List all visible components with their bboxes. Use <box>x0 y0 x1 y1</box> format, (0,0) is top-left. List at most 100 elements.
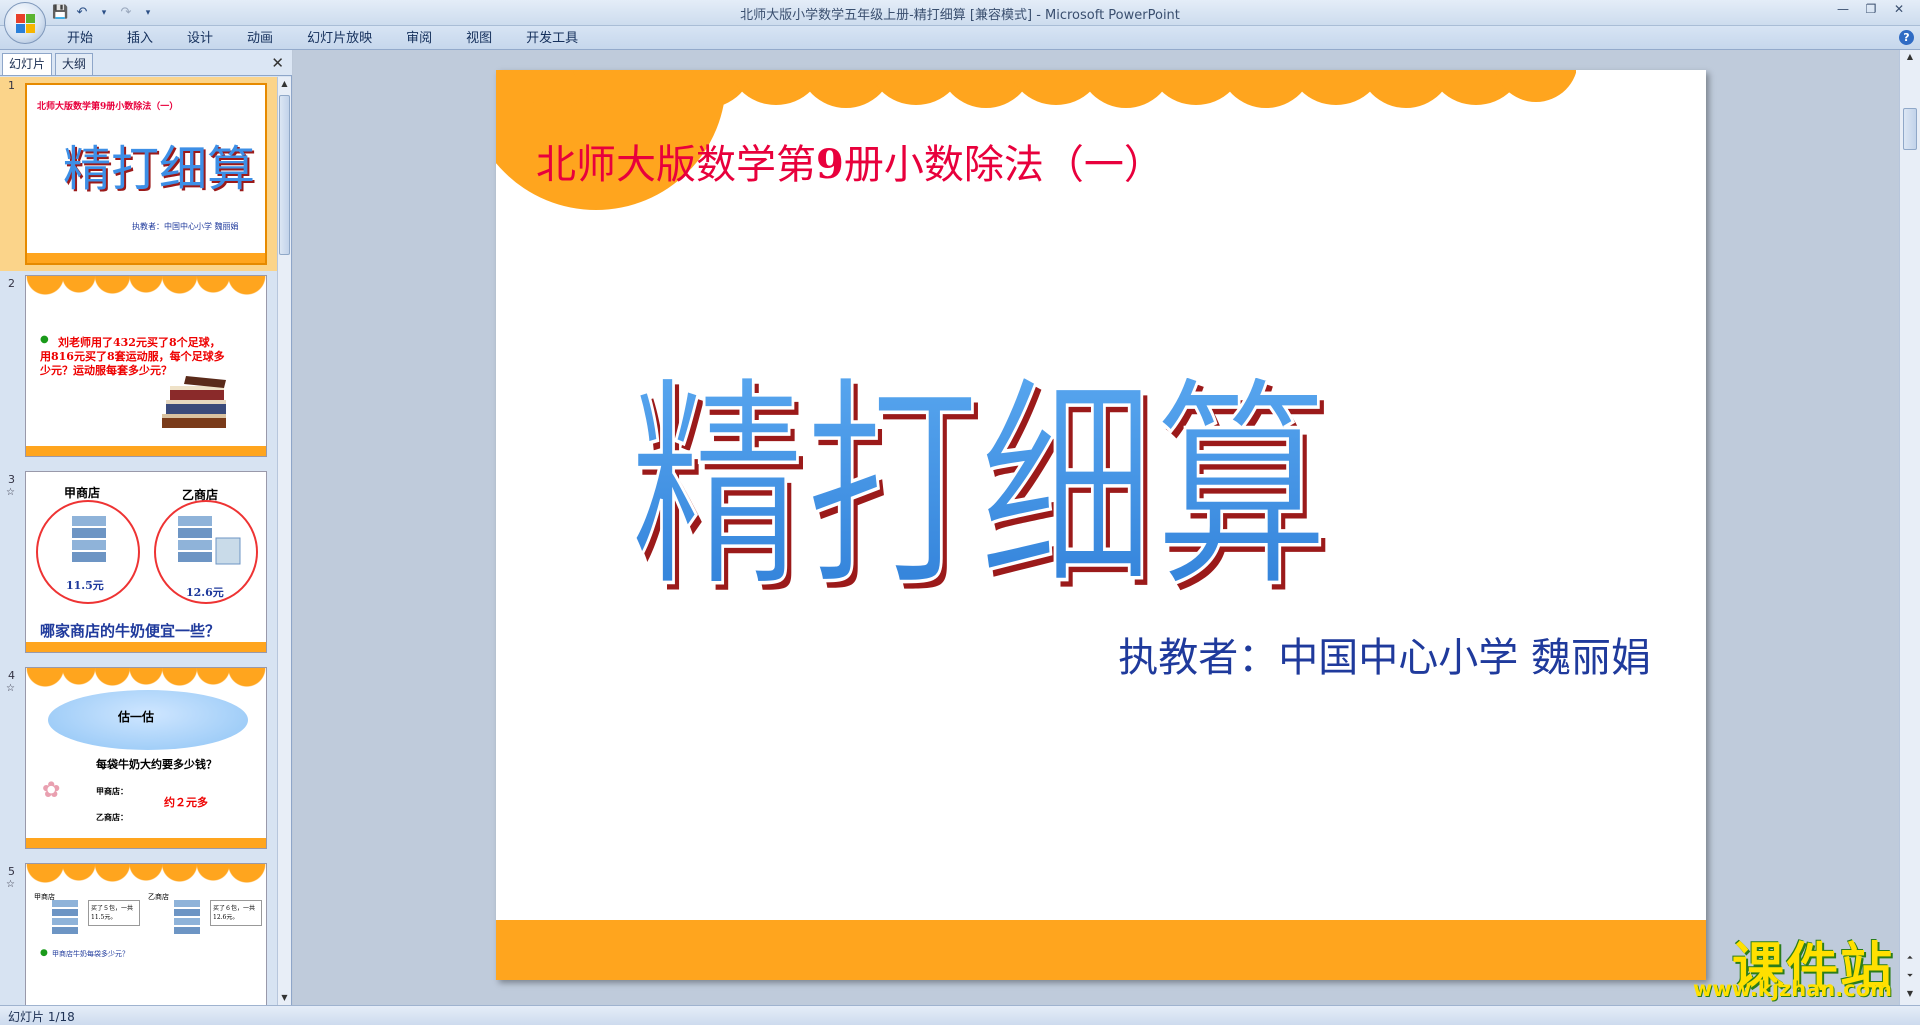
thumb-answer: 约２元多 <box>164 796 208 809</box>
thumb-subtitle: 北师大版数学第9册小数除法（一） <box>37 102 179 112</box>
bullet-icon: ● <box>40 334 49 345</box>
scroll-down-icon[interactable]: ▼ <box>278 991 291 1005</box>
thumb-orange-band <box>26 446 266 456</box>
slide-thumbnail[interactable]: 北师大版数学第9册小数除法（一） 精打细算 执教者：中国中心小学 魏丽娟 <box>25 83 267 265</box>
thumb-question: 甲商店牛奶每袋多少元？ <box>52 950 129 958</box>
thumb-question: 哪家商店的牛奶便宜一些？ <box>40 622 221 640</box>
bee-icon: ✿ <box>42 778 61 803</box>
thumb-line-b: 乙商店： <box>96 812 128 822</box>
close-icon[interactable]: ✕ <box>1886 0 1912 18</box>
thumb-orange-band <box>27 253 265 263</box>
current-slide[interactable]: 北师大版数学第9册小数除法（一） 精打细算 精打细算 执教者：中国中心小学 魏丽… <box>496 70 1706 980</box>
slides-pane: 幻灯片 大纲 ✕ 1 北师大版数学第9册小数除法（一） 精打细算 执教者：中国中… <box>0 50 292 1005</box>
subtitle-part: 册小数除法（一） <box>843 142 1164 188</box>
tab-design[interactable]: 设计 <box>170 30 230 47</box>
milk-stack-icon <box>178 516 241 565</box>
bullet-icon: ● <box>40 948 48 958</box>
thumb-orange-band <box>26 642 266 652</box>
window-controls: — ❐ ✕ <box>1830 0 1912 18</box>
decor-cloud-band <box>509 70 1576 110</box>
slide-thumbnail[interactable]: 甲商店 乙商店 买了５包，一共11.5元。 买了６包，一共12.6元。 ● 甲商… <box>25 863 267 1005</box>
books-icon <box>162 376 226 428</box>
thumb-line-a: 甲商店： <box>96 786 128 796</box>
slide-title-wordart[interactable]: 精打细算 精打细算 <box>626 270 1346 610</box>
thumbnail-row-5[interactable]: 5 ☆ 甲商店 乙商店 买了５包，一共11.5元。 买了６包，一共12.6元。 … <box>0 863 278 1005</box>
slide-thumbnail[interactable]: 甲商店 乙商店 11.5元 12.6元 哪家商店的牛奶便宜一些？ <box>25 471 267 653</box>
title-bar: 💾 ↶ ▾ ↷ ▾ 北师大版小学数学五年级上册-精打细算 [兼容模式] - Mi… <box>0 0 1920 26</box>
slide-thumbnail[interactable]: 估一估 每袋牛奶大约要多少钱？ ✿ 甲商店： 约２元多 乙商店： <box>25 667 267 849</box>
thumbnails-scrollbar[interactable]: ▲ ▼ <box>277 77 291 1005</box>
animation-icon: ☆ <box>6 683 15 694</box>
thumb-cloud-text: 估一估 <box>118 710 155 724</box>
tab-slideshow[interactable]: 幻灯片放映 <box>290 30 389 47</box>
scrollbar-thumb[interactable] <box>279 95 290 255</box>
pane-tabs: 幻灯片 大纲 ✕ <box>0 50 292 76</box>
slide-thumbnail[interactable]: ● 刘老师用了432元买了8个足球， 用816元买了8套运动服，每个足球多 少元… <box>25 275 267 457</box>
animation-icon: ☆ <box>6 487 15 498</box>
thumbnail-row-3[interactable]: 3 ☆ 甲商店 乙商店 11.5元 12.6元 哪家商店的牛奶便宜一些？ <box>0 471 278 661</box>
thumb-cloud-band <box>26 276 266 302</box>
thumb-store-a: 甲商店 <box>64 486 101 500</box>
thumb-title: 精打细算 <box>63 141 256 197</box>
ribbon-tabs: 开始 插入 设计 动画 幻灯片放映 审阅 视图 开发工具 <box>50 30 595 47</box>
thumb-cloud-band <box>26 864 266 890</box>
scroll-down-icon[interactable]: ▼ <box>1900 987 1920 1001</box>
thumb-question: 每袋牛奶大约要多少钱？ <box>96 758 217 771</box>
scroll-up-icon[interactable]: ▲ <box>1900 50 1920 64</box>
slide-author[interactable]: 执教者：中国中心小学 魏丽娟 <box>1118 625 1651 683</box>
slide-number: 3 <box>8 473 15 486</box>
thumb-orange-band <box>26 838 266 848</box>
slide-number: 4 <box>8 669 15 682</box>
decor-bottom-band <box>496 920 1706 980</box>
status-bar: 幻灯片 1/18 <box>0 1005 1920 1025</box>
slide-editing-area: 北师大版数学第9册小数除法（一） 精打细算 精打细算 执教者：中国中心小学 魏丽… <box>293 50 1899 1005</box>
thumbnail-row-1[interactable]: 1 北师大版数学第9册小数除法（一） 精打细算 执教者：中国中心小学 魏丽娟 <box>0 77 278 271</box>
powerpoint-window: 💾 ↶ ▾ ↷ ▾ 北师大版小学数学五年级上册-精打细算 [兼容模式] - Mi… <box>0 0 1920 1025</box>
tab-view[interactable]: 视图 <box>449 30 509 47</box>
watermark-logo: 课件站 www.kjzhan.com <box>1664 925 1894 1003</box>
title-text: 精打细算 <box>630 358 1329 610</box>
tab-animations[interactable]: 动画 <box>230 30 290 47</box>
thumbnail-row-4[interactable]: 4 ☆ 估一估 每袋牛奶大约要多少钱？ ✿ 甲商店： 约２元多 乙商店： <box>0 667 278 857</box>
help-icon[interactable]: ? <box>1899 30 1914 45</box>
subtitle-number: 9 <box>816 141 844 188</box>
office-button[interactable] <box>4 2 46 44</box>
tab-insert[interactable]: 插入 <box>110 30 170 47</box>
milk-stack-icon <box>52 900 78 934</box>
thumb-note-b: 买了６包，一共12.6元。 <box>210 900 262 926</box>
thumb-author: 执教者：中国中心小学 魏丽娟 <box>132 222 239 231</box>
slide-counter: 幻灯片 1/18 <box>8 1010 75 1024</box>
slide-scrollbar[interactable]: ▲ ⏶ ⏷ ▼ <box>1899 50 1920 1005</box>
milk-stack-icon <box>72 516 106 562</box>
tab-slides[interactable]: 幻灯片 <box>2 53 53 75</box>
tab-outline[interactable]: 大纲 <box>55 53 94 75</box>
tab-developer[interactable]: 开发工具 <box>509 30 595 47</box>
thumb-store-b: 乙商店 <box>148 893 169 901</box>
previous-slide-icon[interactable]: ⏶ <box>1900 951 1920 965</box>
thumb-price-b: 12.6元 <box>186 586 224 599</box>
thumb-note-a: 买了５包，一共11.5元。 <box>88 900 140 926</box>
tab-review[interactable]: 审阅 <box>389 30 449 47</box>
window-title: 北师大版小学数学五年级上册-精打细算 [兼容模式] - Microsoft Po… <box>740 8 1180 23</box>
thumbnail-row-2[interactable]: 2 ● 刘老师用了432元买了8个足球， 用816元买了8套运动服，每个足球多 … <box>0 275 278 465</box>
subtitle-part: 北师大版数学第 <box>536 142 816 188</box>
next-slide-icon[interactable]: ⏷ <box>1900 969 1920 983</box>
milk-stack-icon <box>174 900 200 934</box>
thumb-price-a: 11.5元 <box>66 579 104 592</box>
minimize-icon[interactable]: — <box>1830 0 1856 18</box>
thumb-text: 少元？运动服每套多少元？ <box>40 364 172 377</box>
slide-number: 2 <box>8 277 15 290</box>
slide-number: 5 <box>8 865 15 878</box>
close-pane-icon[interactable]: ✕ <box>271 54 284 72</box>
office-logo-icon <box>16 14 36 34</box>
slide-thumbnails: 1 北师大版数学第9册小数除法（一） 精打细算 执教者：中国中心小学 魏丽娟 2… <box>0 77 278 1005</box>
slide-number: 1 <box>8 79 15 92</box>
watermark-url: www.kjzhan.com <box>1692 977 1892 1001</box>
slide-subtitle[interactable]: 北师大版数学第9册小数除法（一） <box>536 132 1164 190</box>
scroll-up-icon[interactable]: ▲ <box>278 77 291 91</box>
restore-icon[interactable]: ❐ <box>1858 0 1884 18</box>
animation-icon: ☆ <box>6 879 15 890</box>
ribbon-tab-bar: 开始 插入 设计 动画 幻灯片放映 审阅 视图 开发工具 ? <box>0 26 1920 50</box>
tab-home[interactable]: 开始 <box>50 30 110 47</box>
scrollbar-thumb[interactable] <box>1903 108 1917 150</box>
